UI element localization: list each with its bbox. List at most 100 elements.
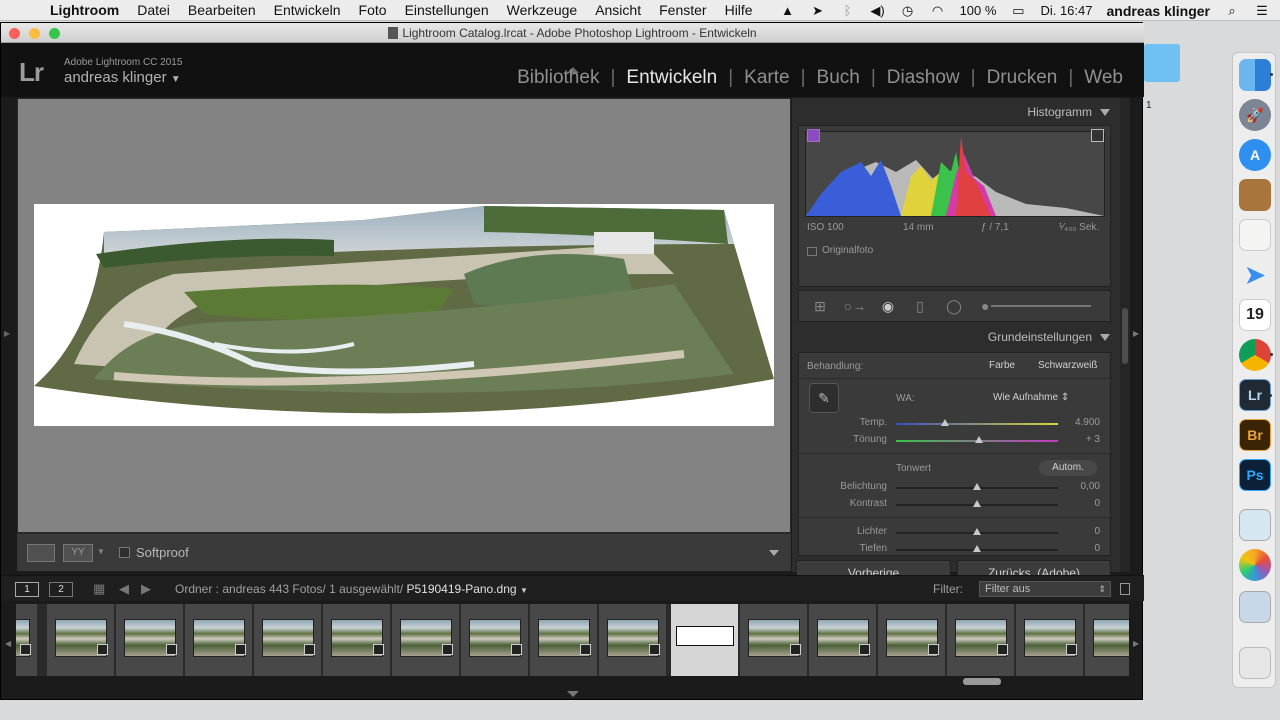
histogram-header[interactable]: Histogramm [792, 100, 1120, 124]
minimize-button[interactable] [29, 28, 40, 39]
filmstrip-thumbnail[interactable] [392, 604, 460, 676]
treatment-bw-button[interactable]: Schwarzweiß [1038, 360, 1097, 371]
crop-tool-icon[interactable]: ⊞ [809, 298, 831, 315]
tint-slider-thumb[interactable] [975, 436, 983, 443]
launchpad-icon[interactable]: 🚀 [1239, 99, 1271, 131]
bridge-icon[interactable]: Br [1239, 419, 1271, 451]
spot-removal-tool-icon[interactable]: ○→ [843, 298, 867, 315]
temp-slider[interactable] [896, 419, 1058, 426]
preview-icon[interactable] [1239, 509, 1271, 541]
cursor-icon[interactable]: ➤ [810, 3, 826, 19]
contrast-value[interactable]: 0 [1050, 498, 1100, 509]
filmstrip-thumbnail[interactable] [323, 604, 391, 676]
tint-value[interactable]: + 3 [1050, 434, 1100, 445]
bluetooth-icon[interactable]: ᛒ [840, 3, 856, 18]
contrast-slider[interactable] [896, 500, 1058, 507]
menu-bearbeiten[interactable]: Bearbeiten [188, 2, 256, 18]
red-eye-tool-icon[interactable]: ◉ [877, 298, 899, 315]
primary-window-button[interactable]: 1 [15, 582, 39, 597]
spotlight-icon[interactable]: ⌕ [1224, 3, 1240, 19]
filmstrip-thumbnail[interactable] [461, 604, 529, 676]
clock[interactable]: Di. 16:47 [1040, 3, 1092, 18]
filmstrip-thumbnail[interactable] [116, 604, 184, 676]
auto-tone-button[interactable]: Autom. [1039, 460, 1097, 476]
menu-app[interactable]: Lightroom [50, 2, 119, 18]
secondary-window-button[interactable]: 2 [49, 582, 73, 597]
filmstrip-thumbnail-selected[interactable] [671, 604, 739, 676]
treatment-color-button[interactable]: Farbe [989, 360, 1015, 371]
module-buch[interactable]: Buch [806, 67, 871, 89]
toolbar-options-icon[interactable] [769, 550, 779, 556]
before-after-view-button[interactable]: YY [63, 544, 93, 562]
filmstrip-thumbnail[interactable] [530, 604, 598, 676]
tint-slider[interactable] [896, 436, 1058, 443]
module-drucken[interactable]: Drucken [976, 67, 1069, 89]
drive-icon[interactable]: ▲ [780, 3, 796, 18]
shadows-value[interactable]: 0 [1050, 543, 1100, 554]
wb-select[interactable]: Wie Aufnahme ⇕ [993, 392, 1069, 403]
lightroom-icon[interactable]: Lr [1239, 379, 1272, 411]
menu-entwickeln[interactable]: Entwickeln [274, 2, 341, 18]
filmstrip-thumbnail[interactable] [185, 604, 253, 676]
filmstrip-thumbnail[interactable] [947, 604, 1015, 676]
contrast-slider-thumb[interactable] [973, 500, 981, 507]
filmstrip-thumbnail[interactable] [1085, 604, 1129, 676]
chevron-down-icon[interactable]: ▼ [97, 547, 105, 556]
menu-hilfe[interactable]: Hilfe [725, 2, 753, 18]
photos-icon[interactable] [1239, 549, 1271, 581]
basic-header[interactable]: Grundeinstellungen [792, 325, 1120, 349]
temp-value[interactable]: 4.900 [1050, 417, 1100, 428]
menu-werkzeuge[interactable]: Werkzeuge [507, 2, 578, 18]
menu-foto[interactable]: Foto [359, 2, 387, 18]
histogram-graph[interactable] [805, 131, 1105, 217]
back-arrow-icon[interactable]: ◀ [119, 581, 129, 597]
filmstrip-thumbnail[interactable] [254, 604, 322, 676]
volume-icon[interactable]: ◀) [870, 3, 886, 19]
module-web[interactable]: Web [1073, 67, 1134, 89]
filmstrip-right-arrow-icon[interactable]: ▶ [1133, 639, 1139, 648]
forward-arrow-icon[interactable]: ▶ [141, 581, 151, 597]
exposure-slider[interactable] [896, 483, 1058, 490]
app-store-icon[interactable]: A [1239, 139, 1271, 171]
time-machine-icon[interactable]: ◷ [900, 3, 916, 19]
filmstrip-thumbnail[interactable] [599, 604, 667, 676]
wifi-icon[interactable]: ◠ [930, 3, 946, 19]
highlights-slider[interactable] [896, 528, 1058, 535]
battery-icon[interactable]: ▭ [1010, 3, 1026, 19]
menu-datei[interactable]: Datei [137, 2, 170, 18]
image-capture-icon[interactable] [1239, 591, 1271, 623]
highlights-value[interactable]: 0 [1050, 526, 1100, 537]
notes-icon[interactable] [1239, 219, 1271, 251]
filter-lock-icon[interactable] [1120, 583, 1130, 595]
scrollbar-thumb[interactable] [1122, 308, 1128, 364]
right-panel-scrollbar[interactable] [1120, 98, 1130, 572]
contacts-icon[interactable] [1239, 179, 1271, 211]
chrome-icon[interactable] [1239, 339, 1273, 371]
right-panel-toggle-icon[interactable]: ▶ [1133, 329, 1139, 338]
notification-center-icon[interactable]: ☰ [1254, 3, 1270, 19]
left-panel-toggle-icon[interactable]: ▶ [4, 329, 10, 338]
loupe-view-button[interactable] [27, 544, 55, 562]
filmstrip-thumbnail[interactable] [1016, 604, 1084, 676]
softproof-checkbox[interactable] [119, 547, 130, 558]
filmstrip-thumbnail[interactable] [878, 604, 946, 676]
grid-view-icon[interactable]: ▦ [93, 581, 105, 597]
menu-user[interactable]: andreas klinger [1107, 3, 1211, 19]
module-bibliothek[interactable]: Bibliothek [506, 67, 610, 89]
filmstrip-toggle-icon[interactable] [567, 691, 579, 697]
filmstrip-thumbnail[interactable] [47, 604, 115, 676]
filter-select[interactable]: Filter aus ⇕ [979, 581, 1111, 597]
module-karte[interactable]: Karte [733, 67, 800, 89]
filmstrip-thumbnail[interactable] [809, 604, 877, 676]
exposure-slider-thumb[interactable] [973, 483, 981, 490]
filmstrip[interactable] [16, 604, 1129, 676]
highlights-slider-thumb[interactable] [973, 528, 981, 535]
photoshop-icon[interactable]: Ps [1239, 459, 1271, 491]
identity-user[interactable]: andreas klinger ▼ [64, 69, 181, 86]
filmstrip-thumbnail[interactable] [16, 604, 38, 676]
calendar-icon[interactable]: 19 [1239, 299, 1271, 331]
shadow-clipping-button[interactable] [807, 129, 820, 142]
trash-icon[interactable] [1239, 647, 1271, 679]
menu-einstellungen[interactable]: Einstellungen [405, 2, 489, 18]
menu-ansicht[interactable]: Ansicht [595, 2, 641, 18]
